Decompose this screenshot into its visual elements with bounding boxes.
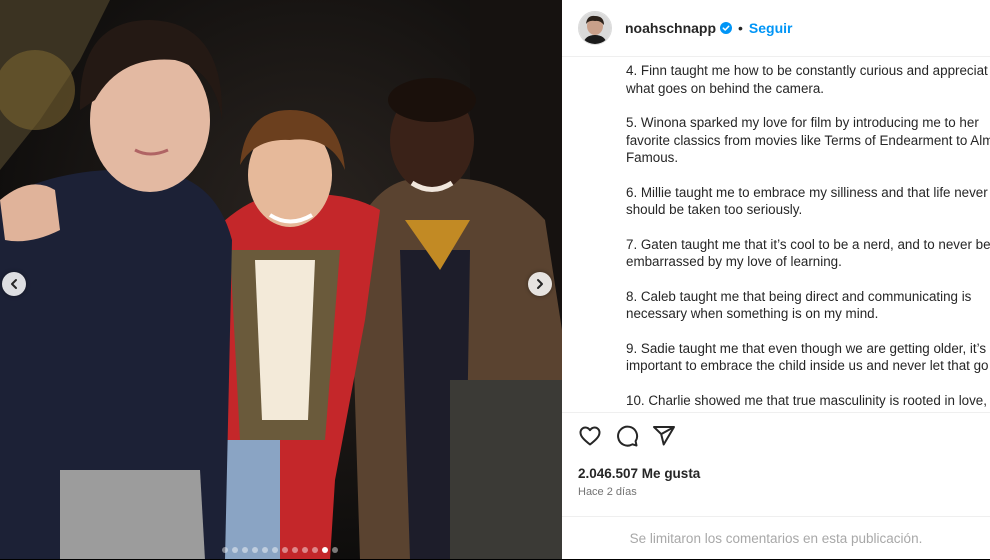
comments-disabled-text: Se limitaron los comentarios en esta pub… (629, 531, 923, 546)
carousel-dot (302, 547, 308, 553)
caption-line: 9. Sadie taught me that even though we a… (626, 340, 987, 356)
avatar[interactable] (578, 11, 612, 45)
caption-line: 4. Finn taught me how to be constantly c… (626, 63, 988, 78)
chevron-left-icon (11, 279, 17, 289)
carousel-dot (292, 547, 298, 553)
caption-line: embarrassed by my love of learning. (626, 254, 842, 269)
carousel-dot (272, 547, 278, 553)
carousel-dot (322, 547, 328, 553)
chevron-right-icon (537, 279, 543, 289)
avatar-image (579, 12, 611, 44)
caption-line: 7. Gaten taught me that it’s cool to be … (626, 236, 990, 252)
carousel-indicator (222, 547, 338, 553)
caption-line: 8. Caleb taught me that being direct and… (626, 288, 972, 304)
caption-line: Famous. (626, 150, 679, 165)
carousel-prev-button[interactable] (2, 272, 26, 296)
caption-line: favorite classics from movies like Terms… (626, 132, 990, 148)
comments-disabled-notice: Se limitaron los comentarios en esta pub… (562, 516, 990, 560)
caption-paragraph: 5. Winona sparked my love for film by in… (626, 114, 990, 167)
comment-icon[interactable] (615, 424, 639, 448)
caption-paragraph: 9. Sadie taught me that even though we a… (626, 340, 990, 375)
post-actions (578, 424, 676, 448)
caption-line: 6. Millie taught me to embrace my sillin… (626, 184, 988, 200)
post-photo (0, 0, 562, 559)
post-media (0, 0, 562, 559)
caption-line: important to embrace the child inside us… (626, 358, 989, 373)
carousel-dot (312, 547, 318, 553)
carousel-dot (282, 547, 288, 553)
likes-count[interactable]: 2.046.507 Me gusta (578, 466, 700, 481)
caption-paragraph: 10. Charlie showed me that true masculin… (626, 392, 990, 410)
instagram-post: noahschnapp • Seguir 4. Finn taught me h… (0, 0, 990, 559)
heart-icon[interactable] (578, 424, 602, 448)
post-sidebar: noahschnapp • Seguir 4. Finn taught me h… (562, 0, 990, 559)
header-separator: • (738, 20, 743, 36)
caption-area: 4. Finn taught me how to be constantly c… (562, 56, 990, 413)
carousel-dot (222, 547, 228, 553)
post-timestamp[interactable]: Hace 2 días (578, 486, 637, 498)
carousel-dot (242, 547, 248, 553)
carousel-dot (262, 547, 268, 553)
caption-paragraph: 4. Finn taught me how to be constantly c… (626, 62, 990, 97)
caption-paragraph: 7. Gaten taught me that it’s cool to be … (626, 236, 990, 271)
verified-badge-icon (720, 22, 733, 34)
caption-line: necessary when something is on my mind. (626, 306, 879, 321)
carousel-dot (252, 547, 258, 553)
caption-line: what goes on behind the camera. (626, 80, 825, 96)
caption-line: should be taken too seriously. (626, 202, 803, 217)
caption-line: 10. Charlie showed me that true masculin… (626, 392, 987, 408)
caption-line: 5. Winona sparked my love for film by in… (626, 115, 979, 130)
carousel-dot (332, 547, 338, 553)
follow-button[interactable]: Seguir (749, 20, 793, 36)
caption-paragraph: 6. Millie taught me to embrace my sillin… (626, 184, 990, 219)
carousel-dot (232, 547, 238, 553)
carousel-next-button[interactable] (528, 272, 552, 296)
post-header: noahschnapp • Seguir (562, 0, 990, 57)
username[interactable]: noahschnapp (625, 20, 716, 36)
share-icon[interactable] (652, 424, 676, 448)
caption-paragraph: 8. Caleb taught me that being direct and… (626, 288, 990, 323)
